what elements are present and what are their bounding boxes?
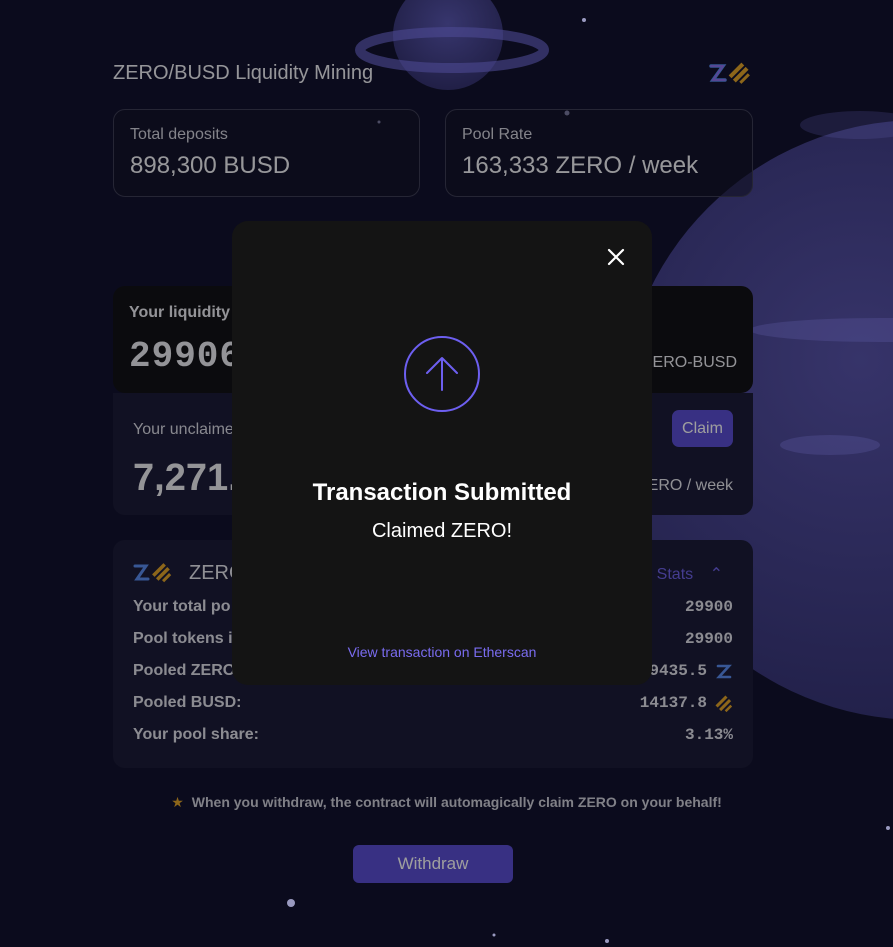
modal-title: Transaction Submitted: [312, 479, 572, 506]
stats-toggle[interactable]: Stats ⌃: [657, 564, 723, 584]
your-liquidity-value: 29906: [129, 336, 243, 377]
total-deposits-value: 898,300 BUSD: [130, 152, 291, 179]
stats-toggle-label: Stats: [656, 566, 694, 583]
pool-stat-row: Your pool share: 3.13%: [133, 726, 733, 748]
zero-busd-pair-icon: [133, 563, 172, 583]
total-deposits-card: Total deposits 898,300 BUSD: [113, 109, 420, 197]
chevron-up-icon: ⌃: [709, 566, 723, 583]
busd-token-icon: [715, 695, 733, 713]
pool-stat-label: Pool tokens i: [133, 630, 233, 647]
pool-rate-label: Pool Rate: [462, 126, 533, 143]
unclaimed-rewards-label: Your unclaimed: [133, 421, 243, 438]
pool-stat-value: 29900: [684, 630, 733, 648]
pool-stat-value: 9435.5: [649, 662, 707, 680]
withdraw-note-text: When you withdraw, the contract will aut…: [191, 794, 722, 810]
page-header: ZERO/BUSD Liquidity Mining: [113, 60, 753, 90]
close-icon[interactable]: [604, 245, 628, 269]
pool-stat-label: Your pool share:: [133, 726, 259, 743]
pool-stat-value: 3.13%: [684, 726, 733, 744]
star-icon: ★: [171, 794, 184, 810]
your-liquidity-label: Your liquidity: [129, 304, 231, 321]
pool-stat-label: Your total po: [133, 598, 231, 615]
pool-rate-card: Pool Rate 163,333 ZERO / week: [445, 109, 753, 197]
pool-stat-value: 29900: [684, 598, 733, 616]
pool-stat-label: Pooled BUSD:: [133, 694, 242, 711]
page-title: ZERO/BUSD Liquidity Mining: [113, 62, 374, 84]
withdraw-note: ★ When you withdraw, the contract will au…: [0, 794, 893, 811]
pool-stat-value: 14137.8: [639, 694, 707, 712]
modal-subtitle: Claimed ZERO!: [371, 520, 513, 542]
zero-busd-pair-icon: [709, 62, 750, 84]
pool-rate-value: 163,333 ZERO / week: [462, 152, 699, 179]
transaction-submitted-modal: Transaction Submitted Claimed ZERO! View…: [232, 221, 652, 685]
pool-stat-row: Pooled BUSD: 14137.8: [133, 694, 733, 716]
withdraw-button[interactable]: Withdraw: [353, 845, 513, 883]
total-deposits-label: Total deposits: [130, 126, 228, 143]
your-liquidity-unit: ZERO-BUSD: [642, 354, 737, 371]
etherscan-link[interactable]: View transaction on Etherscan: [232, 644, 652, 660]
arrow-up-circle-icon: [404, 336, 480, 412]
zero-token-icon: [716, 664, 732, 679]
pool-stat-label: Pooled ZERO:: [133, 662, 241, 679]
claim-button[interactable]: Claim: [672, 410, 733, 447]
reward-rate: ERO / week: [647, 477, 733, 494]
